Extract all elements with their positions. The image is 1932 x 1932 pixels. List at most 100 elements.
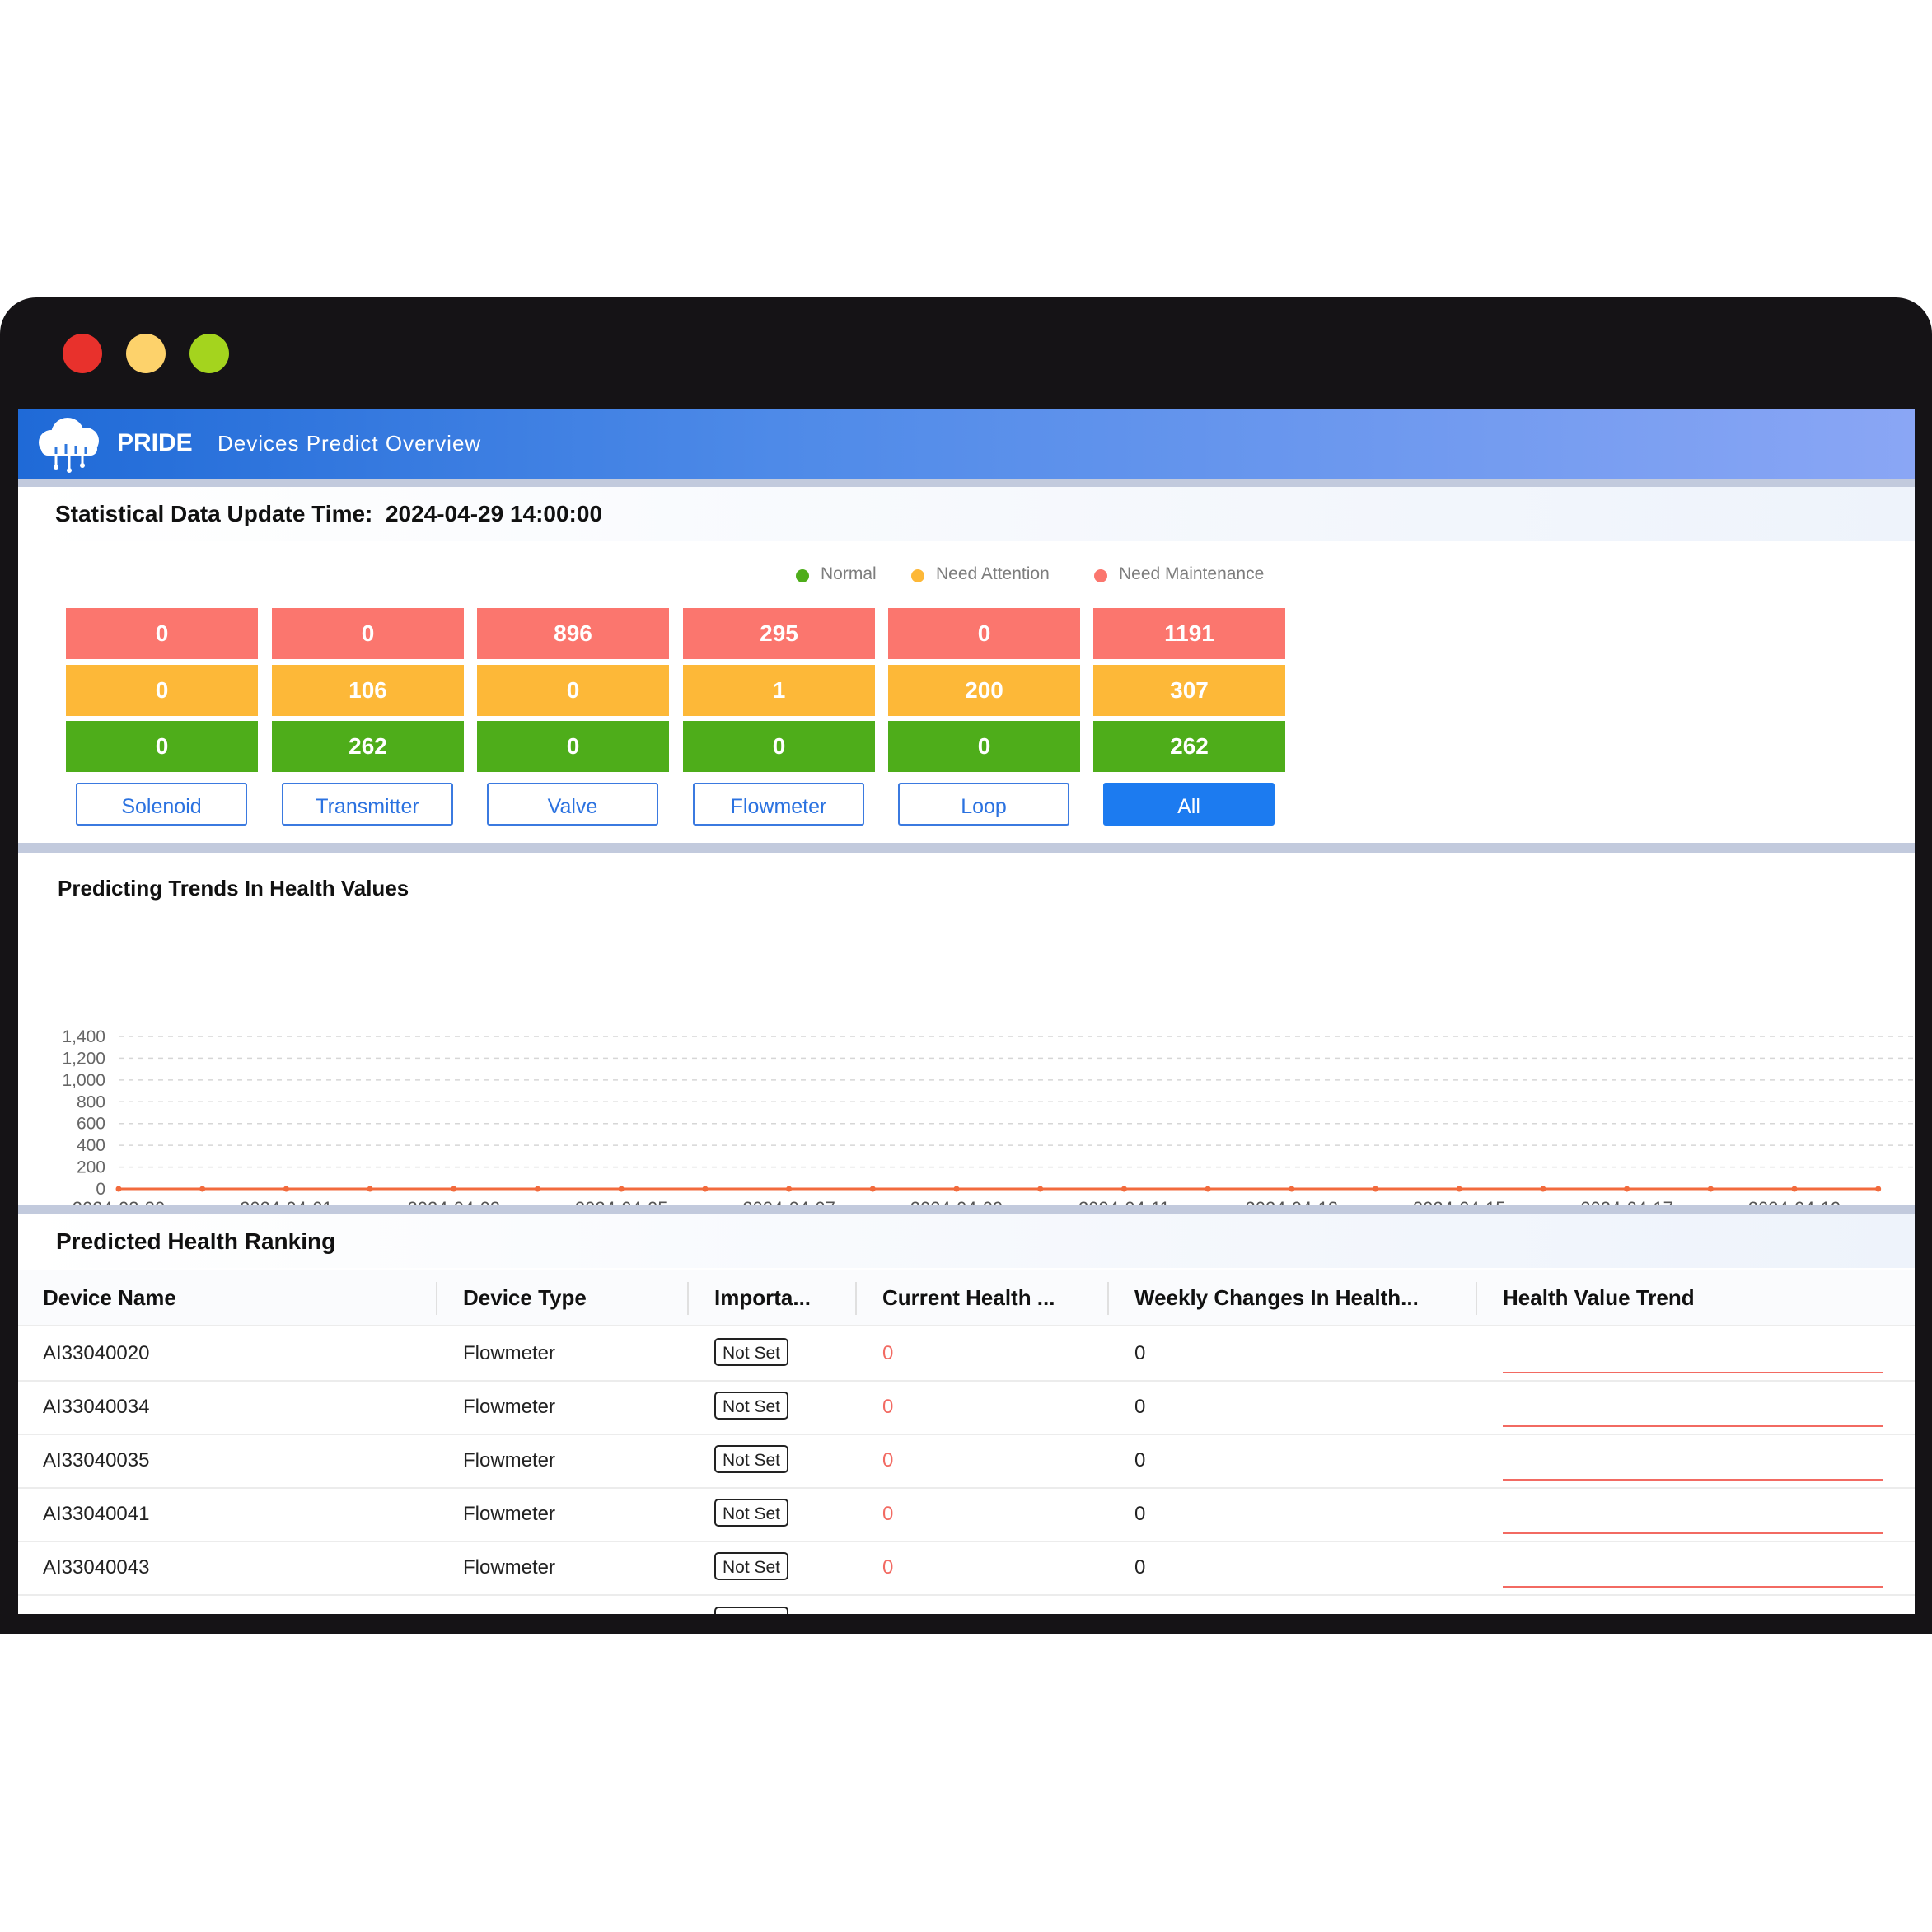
update-time-value: 2024-04-29 14:00:00 <box>385 501 603 526</box>
weekly-change-cell: 0 <box>1134 1503 1146 1525</box>
filter-solenoid-button[interactable]: Solenoid <box>76 783 247 826</box>
solenoid-normal-count[interactable]: 0 <box>66 721 258 772</box>
health-trend-sparkline <box>1503 1425 1883 1427</box>
current-health-cell: 0 <box>882 1342 894 1364</box>
transmitter-attention-count[interactable]: 106 <box>272 665 464 716</box>
header-bar: PRIDE Devices Predict Overview <box>18 409 1915 479</box>
data-point[interactable] <box>451 1186 457 1192</box>
data-point[interactable] <box>1037 1186 1044 1192</box>
valve-attention-count[interactable]: 0 <box>477 665 669 716</box>
data-point[interactable] <box>283 1186 289 1192</box>
device-type-cell: Flowmeter <box>463 1342 556 1364</box>
filter-transmitter-button[interactable]: Transmitter <box>282 783 453 826</box>
table-row[interactable]: AI33040034 Flowmeter Not Set 0 0 <box>18 1380 1915 1435</box>
data-point[interactable] <box>1289 1186 1295 1192</box>
importance-badge[interactable]: Not Set <box>714 1445 788 1473</box>
y-tick-label: 1,200 <box>62 1049 105 1068</box>
data-point[interactable] <box>367 1186 373 1192</box>
valve-maintenance-count[interactable]: 896 <box>477 608 669 659</box>
table-row[interactable]: AI33040035 Flowmeter Not Set 0 0 <box>18 1434 1915 1489</box>
loop-normal-count[interactable]: 0 <box>888 721 1080 772</box>
data-point[interactable] <box>702 1186 709 1192</box>
table-row[interactable]: AI33040041 Flowmeter Not Set 0 0 <box>18 1487 1915 1542</box>
data-point[interactable] <box>115 1186 122 1192</box>
y-tick-label: 400 <box>77 1136 105 1155</box>
col-weekly-changes[interactable]: Weekly Changes In Health... <box>1134 1270 1419 1325</box>
maximize-window-button[interactable] <box>189 334 229 373</box>
data-point[interactable] <box>1205 1186 1211 1192</box>
y-tick-label: 200 <box>77 1158 105 1177</box>
filter-all-button[interactable]: All <box>1103 783 1275 826</box>
data-point[interactable] <box>786 1186 793 1192</box>
maintenance-dot-icon <box>1094 569 1107 582</box>
importance-badge[interactable]: Not Set <box>714 1552 788 1580</box>
data-point[interactable] <box>535 1186 540 1192</box>
device-name-cell: AI33040035 <box>43 1449 150 1471</box>
weekly-change-cell: 0 <box>1134 1342 1146 1364</box>
y-tick-label: 1,400 <box>62 1027 105 1046</box>
data-point[interactable] <box>953 1186 960 1192</box>
data-point[interactable] <box>869 1186 876 1192</box>
minimize-window-button[interactable] <box>126 334 166 373</box>
col-device-type[interactable]: Device Type <box>463 1270 587 1325</box>
all-maintenance-count[interactable]: 1191 <box>1093 608 1285 659</box>
device-name-cell: AI33040041 <box>43 1503 150 1525</box>
importance-badge[interactable]: Not Set <box>714 1338 788 1366</box>
solenoid-attention-count[interactable]: 0 <box>66 665 258 716</box>
data-point[interactable] <box>1875 1186 1882 1192</box>
data-point[interactable] <box>1456 1186 1462 1192</box>
all-normal-count[interactable]: 262 <box>1093 721 1285 772</box>
cloud-logo-icon <box>39 418 99 473</box>
weekly-change-cell: 0 <box>1134 1396 1146 1418</box>
weekly-change-cell: 0 <box>1134 1449 1146 1471</box>
data-point[interactable] <box>618 1186 625 1192</box>
weekly-change-cell: 0 <box>1134 1556 1146 1579</box>
col-health-trend[interactable]: Health Value Trend <box>1503 1270 1695 1325</box>
col-device-name[interactable]: Device Name <box>43 1270 176 1325</box>
loop-maintenance-count[interactable]: 0 <box>888 608 1080 659</box>
data-point[interactable] <box>1624 1186 1630 1192</box>
close-window-button[interactable] <box>63 334 102 373</box>
y-tick-label: 600 <box>77 1115 105 1134</box>
health-trend-sparkline <box>1503 1372 1883 1373</box>
transmitter-normal-count[interactable]: 262 <box>272 721 464 772</box>
importance-badge[interactable]: Not Set <box>714 1392 788 1420</box>
app-screen: PRIDE Devices Predict Overview Statistic… <box>18 409 1915 1614</box>
divider <box>18 1205 1915 1214</box>
column-divider <box>436 1282 437 1315</box>
filter-valve-button[interactable]: Valve <box>487 783 658 826</box>
table-row[interactable]: AI33040043 Flowmeter Not Set 0 0 <box>18 1541 1915 1596</box>
valve-normal-count[interactable]: 0 <box>477 721 669 772</box>
divider <box>18 843 1915 853</box>
data-point[interactable] <box>1373 1186 1378 1192</box>
flowmeter-maintenance-count[interactable]: 295 <box>683 608 875 659</box>
all-attention-count[interactable]: 307 <box>1093 665 1285 716</box>
data-point[interactable] <box>199 1186 206 1192</box>
table-row[interactable]: AI33040020 Flowmeter Not Set 0 0 <box>18 1326 1915 1382</box>
device-name-cell: AI33040034 <box>43 1396 150 1418</box>
y-tick-label: 0 <box>96 1180 105 1199</box>
importance-badge[interactable]: Not Set <box>714 1499 788 1527</box>
column-divider <box>687 1282 689 1315</box>
solenoid-maintenance-count[interactable]: 0 <box>66 608 258 659</box>
brand-name: PRIDE <box>117 429 193 456</box>
filter-flowmeter-button[interactable]: Flowmeter <box>693 783 864 826</box>
flowmeter-normal-count[interactable]: 0 <box>683 721 875 772</box>
health-trend-sparkline <box>1503 1479 1883 1481</box>
filter-loop-button[interactable]: Loop <box>898 783 1069 826</box>
col-importance[interactable]: Importa... <box>714 1270 811 1325</box>
ranking-header: Predicted Health Ranking <box>18 1214 1915 1268</box>
current-health-cell: 0 <box>882 1503 894 1525</box>
flowmeter-attention-count[interactable]: 1 <box>683 665 875 716</box>
health-trend-sparkline <box>1503 1532 1883 1534</box>
data-point[interactable] <box>1540 1186 1546 1192</box>
stats-header: Statistical Data Update Time: 2024-04-29… <box>18 487 1915 541</box>
data-point[interactable] <box>1707 1186 1714 1192</box>
data-point[interactable] <box>1120 1186 1127 1192</box>
update-time-label: Statistical Data Update Time: <box>55 501 373 526</box>
importance-badge-partial[interactable] <box>714 1607 788 1614</box>
transmitter-maintenance-count[interactable]: 0 <box>272 608 464 659</box>
data-point[interactable] <box>1791 1186 1798 1192</box>
loop-attention-count[interactable]: 200 <box>888 665 1080 716</box>
col-current-health[interactable]: Current Health ... <box>882 1270 1055 1325</box>
